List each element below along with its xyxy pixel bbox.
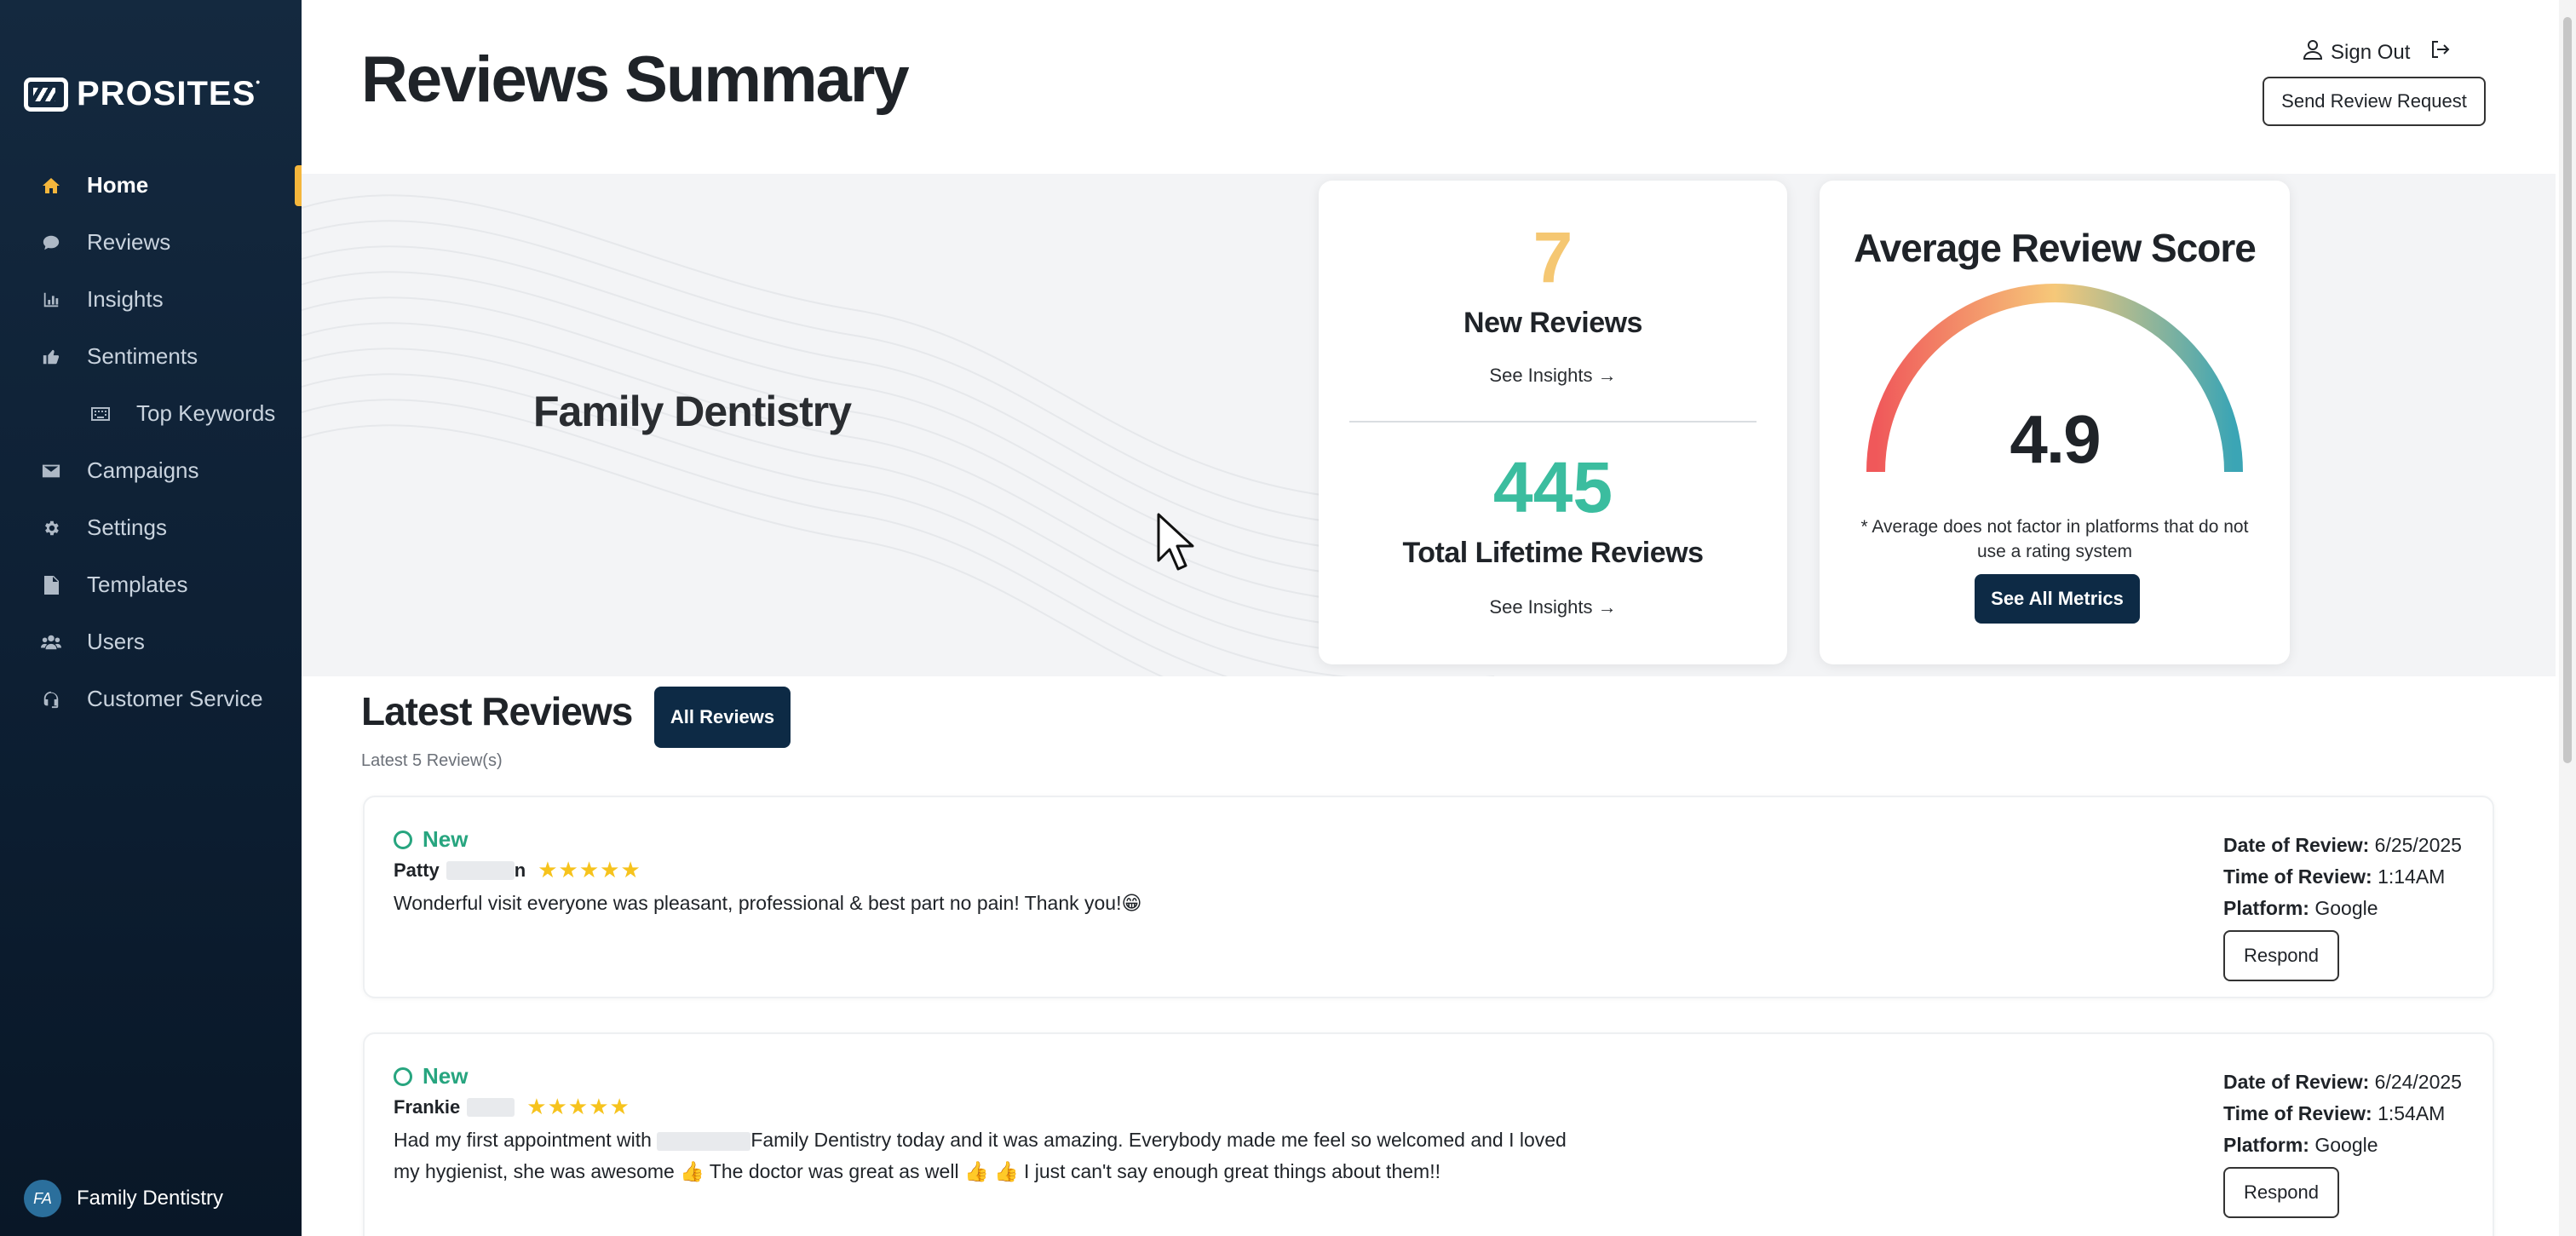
avatar: FA <box>24 1180 61 1217</box>
status-badge: New <box>394 1063 468 1089</box>
review-card: New Frankie ★★★★★ Had my first appointme… <box>363 1032 2494 1236</box>
review-date: 6/25/2025 <box>2374 834 2462 856</box>
practice-name: Family Dentistry <box>533 388 852 435</box>
thumbs-up-icon <box>41 347 61 367</box>
respond-button[interactable]: Respond <box>2223 1167 2339 1218</box>
sign-out-label: Sign Out <box>2331 40 2411 64</box>
wave-pattern-background <box>302 194 1494 676</box>
bar-chart-icon <box>41 290 61 310</box>
redacted-name <box>467 1097 515 1117</box>
all-reviews-button[interactable]: All Reviews <box>654 687 791 748</box>
home-icon <box>41 175 61 196</box>
chat-bubble-icon <box>41 233 61 253</box>
latest-reviews-title: Latest Reviews <box>361 689 633 733</box>
envelope-icon <box>41 461 61 481</box>
sign-out-icon <box>2430 40 2451 65</box>
status-badge: New <box>394 826 468 853</box>
page-scrollbar[interactable] <box>2559 0 2576 1236</box>
users-icon <box>41 632 61 652</box>
headset-icon <box>41 689 61 710</box>
review-meta: Date of Review: 6/24/2025 Time of Review… <box>2223 1071 2462 1156</box>
sidebar-item-settings[interactable]: Settings <box>0 499 302 556</box>
average-score-value: 4.9 <box>2010 401 2101 477</box>
send-review-request-button[interactable]: Send Review Request <box>2263 77 2486 126</box>
sidebar-item-sentiments[interactable]: Sentiments <box>0 328 302 385</box>
total-reviews-count: 445 <box>1492 447 1613 527</box>
see-insights-new-link[interactable]: See Insights → <box>1319 365 1787 387</box>
sidebar-item-home[interactable]: Home <box>0 157 302 214</box>
see-insights-total-link[interactable]: See Insights → <box>1319 596 1787 618</box>
user-icon <box>2303 39 2323 66</box>
status-ring-icon <box>394 1066 412 1086</box>
document-icon <box>41 575 61 595</box>
review-date: 6/24/2025 <box>2374 1071 2462 1093</box>
average-score-note: * Average does not factor in platforms t… <box>1860 517 2249 561</box>
review-card: New Patty n ★★★★★ Wonderful visit everyo… <box>363 796 2494 998</box>
total-reviews-label: Total Lifetime Reviews <box>1402 537 1704 569</box>
respond-button[interactable]: Respond <box>2223 930 2339 981</box>
sidebar-item-label: Sentiments <box>87 343 198 369</box>
sidebar-item-reviews[interactable]: Reviews <box>0 214 302 271</box>
review-counts-card: 7 New Reviews See Insights → 445 Total L… <box>1319 181 1787 664</box>
reviewer-name: Patty n ★★★★★ <box>394 857 641 882</box>
status-ring-icon <box>394 830 412 849</box>
latest-reviews-count: Latest 5 Review(s) <box>361 751 503 770</box>
card-divider <box>1349 421 1757 423</box>
logo-mark-icon <box>24 77 68 112</box>
reviewer-name: Frankie ★★★★★ <box>394 1094 630 1119</box>
sign-out-link[interactable]: Sign Out <box>2303 39 2451 66</box>
sidebar-user[interactable]: FA Family Dentistry <box>24 1180 223 1217</box>
star-rating: ★★★★★ <box>538 857 641 882</box>
sidebar-item-label: Templates <box>87 572 188 597</box>
sidebar: PROSITES• Home Reviews Insights Sentimen… <box>0 0 302 1236</box>
star-rating: ★★★★★ <box>526 1094 630 1119</box>
sidebar-item-users[interactable]: Users <box>0 613 302 670</box>
logo-text: PROSITES <box>77 75 256 112</box>
sidebar-item-campaigns[interactable]: Campaigns <box>0 442 302 499</box>
review-time: 1:54AM <box>2378 1102 2446 1124</box>
keyboard-icon <box>90 404 111 424</box>
page-title: Reviews Summary <box>361 43 910 116</box>
new-reviews-count: 7 <box>1532 217 1573 297</box>
sidebar-item-label: Top Keywords <box>136 400 276 426</box>
review-text: Had my first appointment with Family Den… <box>394 1129 1567 1182</box>
sidebar-item-label: Home <box>87 172 149 198</box>
sidebar-item-insights[interactable]: Insights <box>0 271 302 328</box>
redacted-name <box>446 860 515 880</box>
review-text: Wonderful visit everyone was pleasant, p… <box>394 892 1142 914</box>
sidebar-item-label: Insights <box>87 286 164 312</box>
new-reviews-label: New Reviews <box>1463 307 1642 339</box>
sidebar-user-name: Family Dentistry <box>77 1187 224 1210</box>
sidebar-item-label: Settings <box>87 515 167 540</box>
scrollbar-thumb[interactable] <box>2563 17 2572 763</box>
see-all-metrics-button[interactable]: See All Metrics <box>1975 574 2140 624</box>
mouse-cursor-icon <box>1157 513 1194 571</box>
prosites-logo[interactable]: PROSITES• <box>24 75 261 113</box>
review-time: 1:14AM <box>2378 865 2446 888</box>
redacted-name <box>657 1131 751 1151</box>
sidebar-item-label: Customer Service <box>87 686 263 711</box>
review-platform: Google <box>2314 1134 2378 1156</box>
sidebar-nav: Home Reviews Insights Sentiments Top Key… <box>0 157 302 727</box>
average-score-title: Average Review Score <box>1854 226 2257 270</box>
sidebar-item-top-keywords[interactable]: Top Keywords <box>0 385 302 442</box>
sidebar-item-label: Users <box>87 629 145 654</box>
sidebar-item-label: Campaigns <box>87 457 199 483</box>
sidebar-item-customer-service[interactable]: Customer Service <box>0 670 302 727</box>
sidebar-item-label: Reviews <box>87 229 171 255</box>
review-platform: Google <box>2314 897 2378 919</box>
review-meta: Date of Review: 6/25/2025 Time of Review… <box>2223 834 2462 919</box>
gear-icon <box>41 518 61 538</box>
average-score-card: Average Review Score 4.9 * Average does … <box>1820 181 2290 664</box>
sidebar-item-templates[interactable]: Templates <box>0 556 302 613</box>
